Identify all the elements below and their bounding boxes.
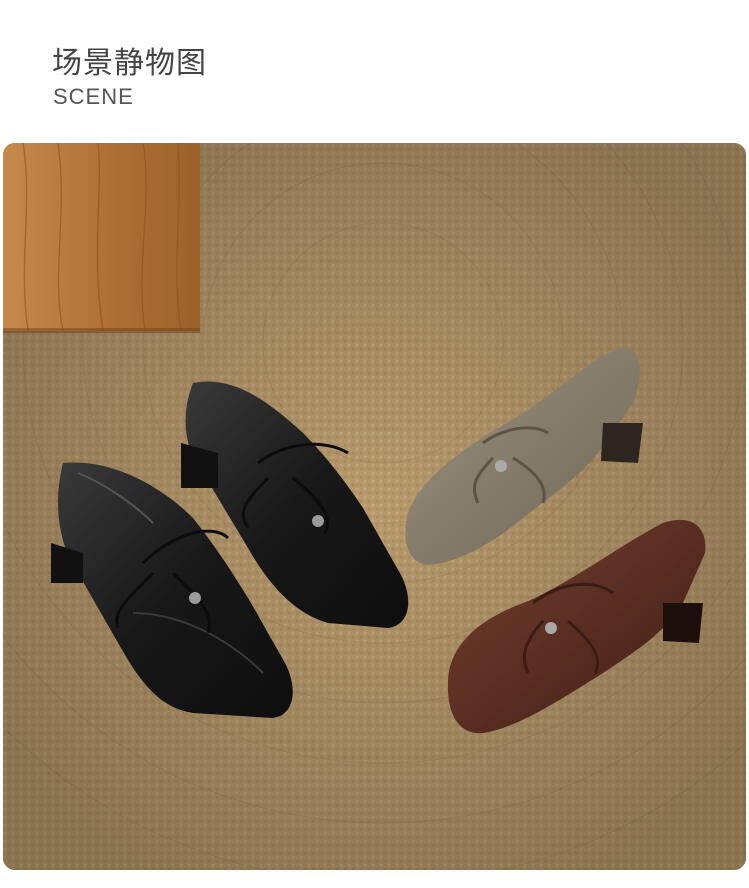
header: 场景静物图 SCENE xyxy=(0,0,749,140)
page-title: 场景静物图 xyxy=(52,46,207,81)
wood-block xyxy=(3,143,200,333)
scene-illustration xyxy=(3,143,746,870)
page-subtitle: SCENE xyxy=(53,84,134,109)
scene-photo xyxy=(3,143,746,870)
